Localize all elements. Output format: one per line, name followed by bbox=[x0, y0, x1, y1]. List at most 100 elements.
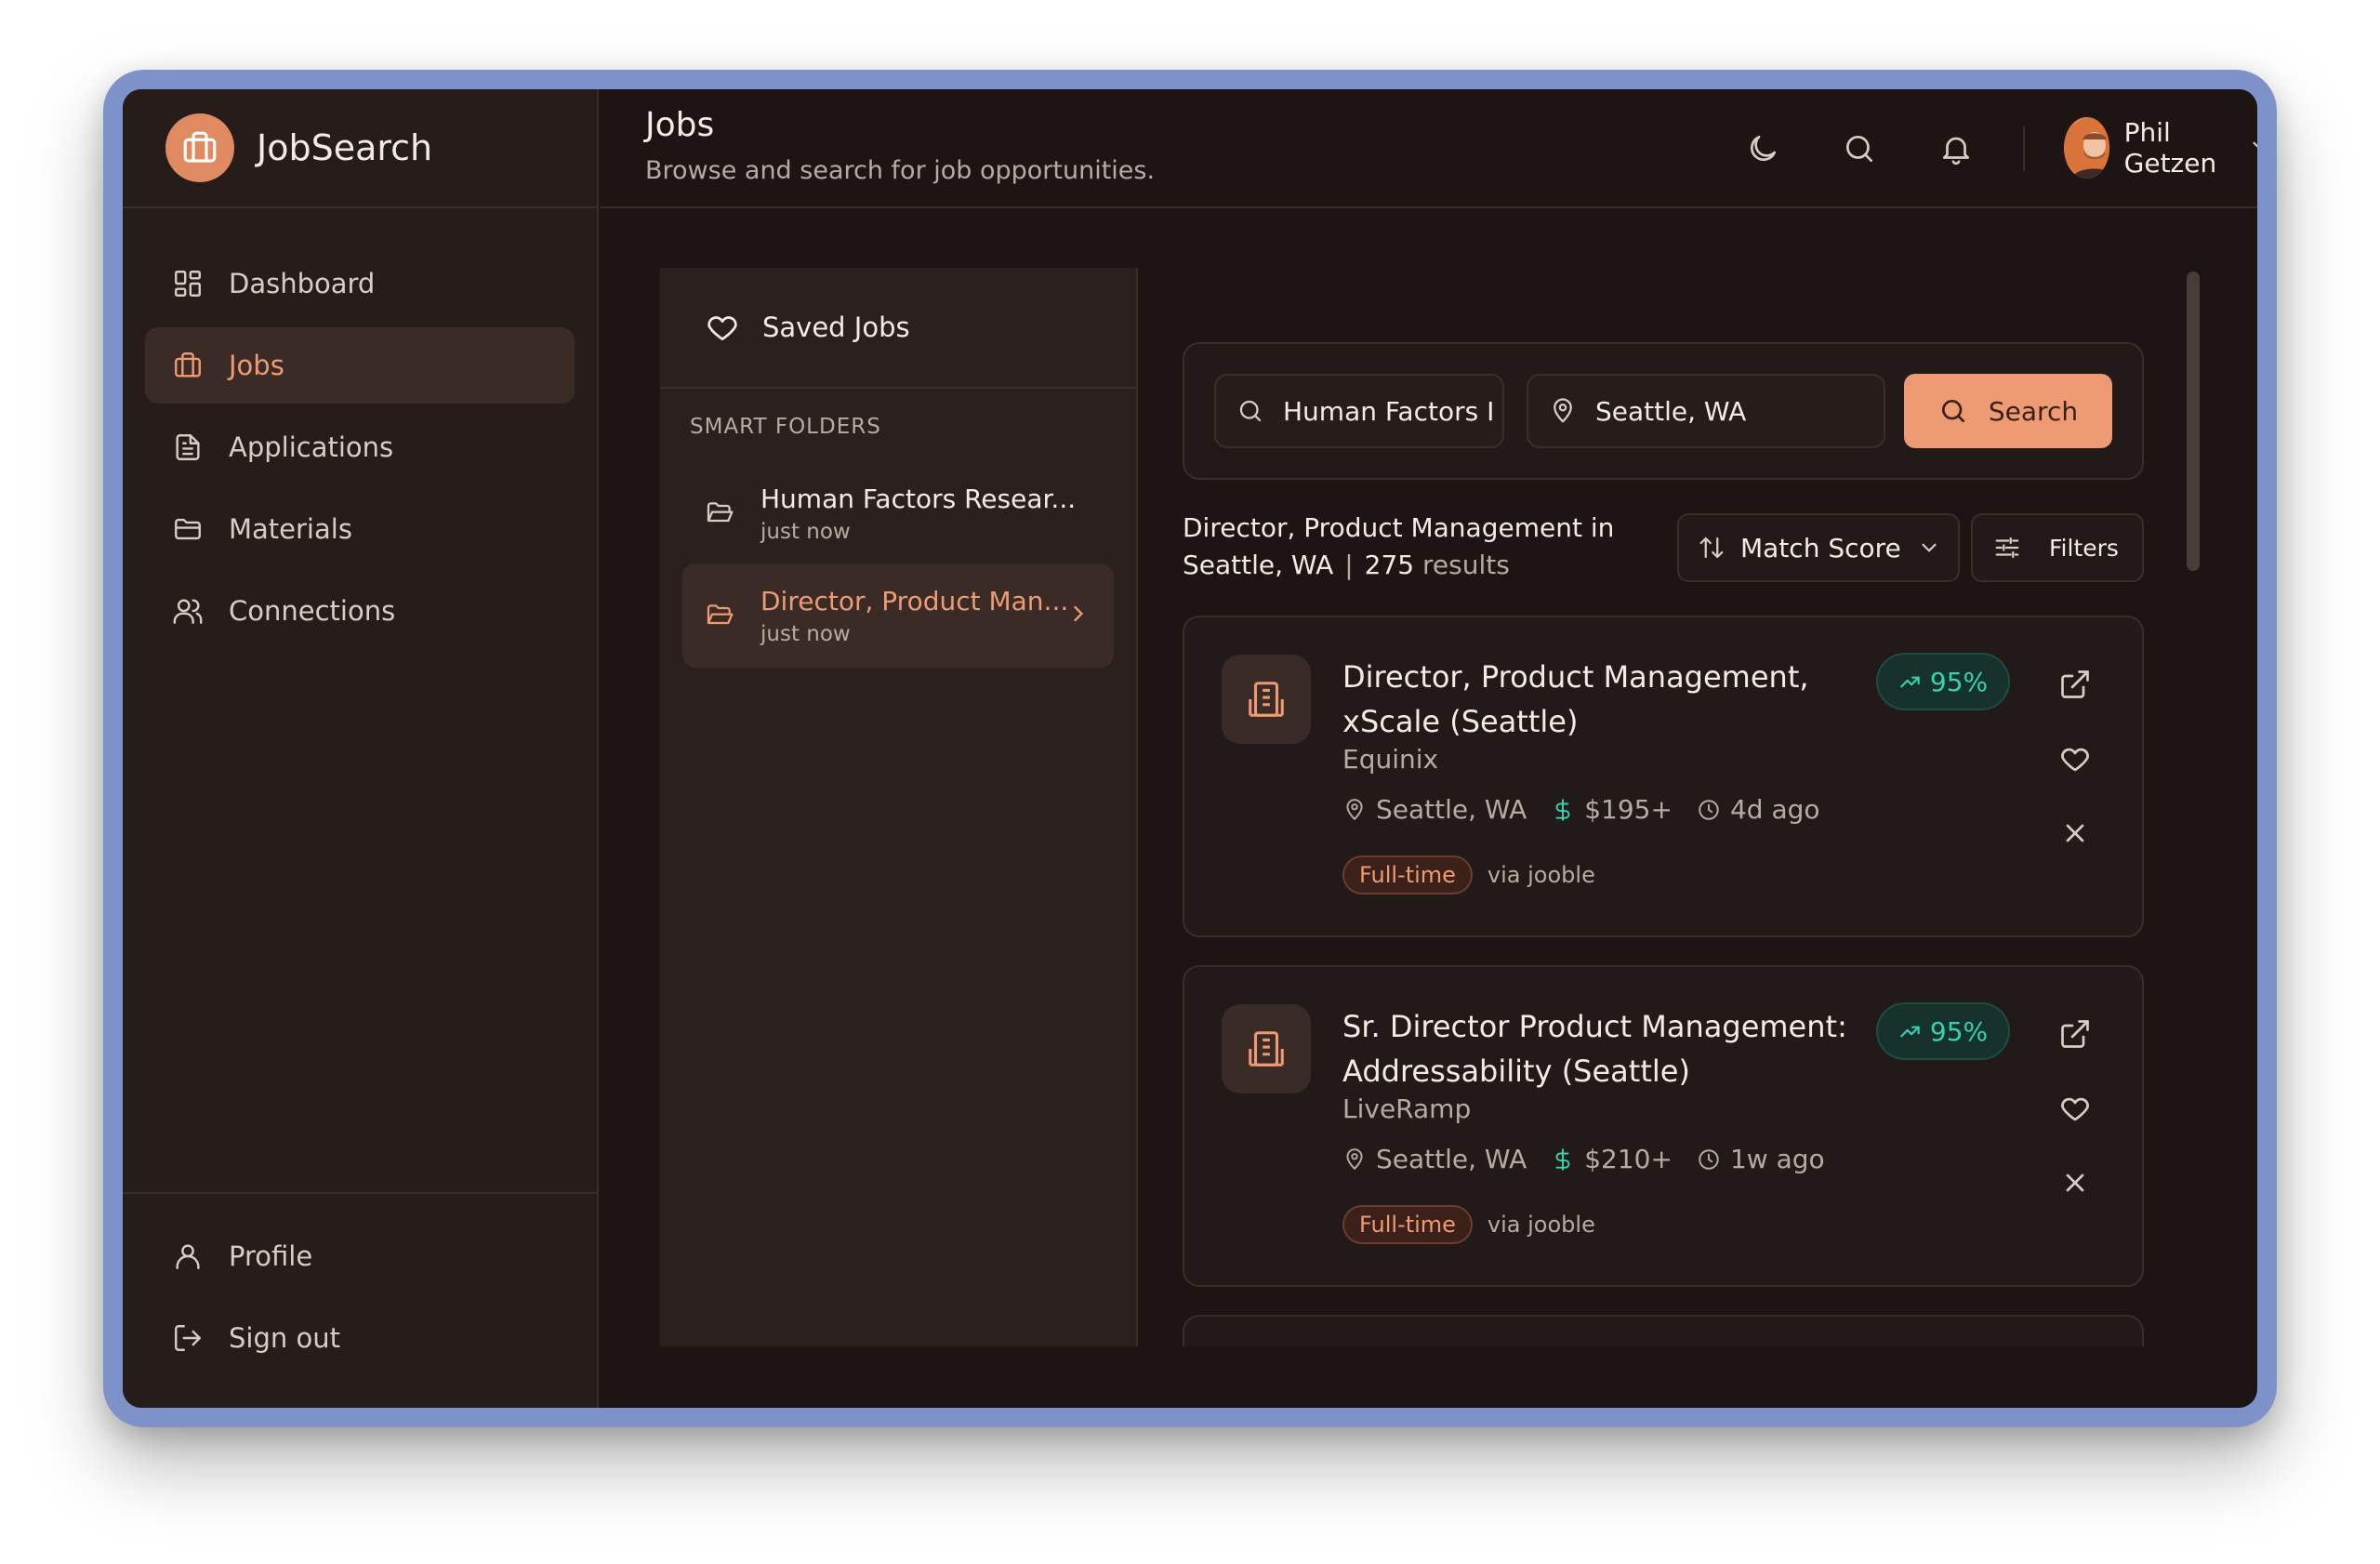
job-source: via jooble bbox=[1487, 862, 1595, 888]
job-tags: Full-time via jooble bbox=[1342, 855, 1595, 895]
match-score-badge: 95% bbox=[1876, 1002, 2010, 1060]
smart-folder-item[interactable]: Human Factors Resear... just now bbox=[682, 461, 1114, 565]
sidebar-item-profile[interactable]: Profile bbox=[145, 1218, 575, 1294]
sidebar-item-label: Connections bbox=[229, 595, 396, 627]
trending-up-icon bbox=[1898, 1019, 1923, 1043]
scrollbar-thumb[interactable] bbox=[2187, 272, 2200, 571]
smart-folders-heading: SMART FOLDERS bbox=[690, 415, 881, 439]
job-salary: $195+ bbox=[1584, 794, 1673, 825]
job-title[interactable]: Sr. Director Product Management: Address… bbox=[1342, 1004, 1863, 1093]
page-title: Jobs bbox=[645, 106, 715, 144]
saved-jobs-link[interactable]: Saved Jobs bbox=[660, 268, 1136, 389]
folders-panel: Saved Jobs SMART FOLDERS Human Factors R… bbox=[660, 268, 1138, 1346]
users-icon bbox=[169, 592, 206, 630]
avatar bbox=[2064, 117, 2109, 179]
results-query: Director, Product Management in bbox=[1183, 512, 1615, 543]
smart-folder-item-active[interactable]: Director, Product Man... just now bbox=[682, 563, 1114, 668]
job-card[interactable]: Sr. Director Product Management: Address… bbox=[1183, 965, 2144, 1287]
heart-icon[interactable] bbox=[2053, 1086, 2097, 1131]
dollar-icon bbox=[1551, 1147, 1575, 1172]
folder-title: Director, Product Man... bbox=[760, 585, 1069, 616]
search-icon bbox=[1236, 397, 1264, 425]
sidebar-item-applications[interactable]: Applications bbox=[145, 409, 575, 485]
search-button[interactable]: Search bbox=[1904, 374, 2112, 448]
app-window: JobSearch Dashboard Jobs Applications Ma… bbox=[123, 89, 2257, 1408]
sidebar-item-sign-out[interactable]: Sign out bbox=[145, 1300, 575, 1376]
sidebar-item-label: Applications bbox=[229, 431, 394, 463]
search-icon[interactable] bbox=[1837, 126, 1882, 171]
results-count: 275 bbox=[1364, 550, 1415, 580]
search-icon bbox=[1938, 396, 1968, 426]
sidebar-item-label: Sign out bbox=[229, 1322, 340, 1354]
user-menu[interactable]: Phil Getzen bbox=[2064, 117, 2257, 179]
keyword-input[interactable]: Human Factors I bbox=[1214, 374, 1504, 448]
sort-dropdown[interactable]: Match Score bbox=[1677, 513, 1960, 582]
sidebar-bottom: Profile Sign out bbox=[123, 1192, 597, 1408]
results-count-label: results bbox=[1422, 550, 1510, 580]
map-pin-icon bbox=[1342, 798, 1367, 822]
close-icon[interactable] bbox=[2053, 1160, 2097, 1205]
user-icon bbox=[169, 1238, 206, 1275]
sort-label: Match Score bbox=[1740, 532, 1901, 563]
filters-label: Filters bbox=[2049, 534, 2119, 562]
brand[interactable]: JobSearch bbox=[123, 89, 597, 208]
job-company: LiveRamp bbox=[1342, 1093, 1472, 1124]
job-location: Seattle, WA bbox=[1376, 1144, 1527, 1174]
sidebar-nav: Dashboard Jobs Applications Materials Co… bbox=[123, 208, 597, 649]
match-score: 95% bbox=[1929, 1015, 1989, 1047]
building-icon bbox=[1222, 1004, 1311, 1093]
job-type-badge: Full-time bbox=[1342, 1205, 1473, 1244]
external-link-icon[interactable] bbox=[2053, 1012, 2097, 1056]
job-location: Seattle, WA bbox=[1376, 794, 1527, 825]
folder-icon bbox=[169, 510, 206, 548]
list-clip bbox=[1183, 1346, 2149, 1408]
building-icon bbox=[1222, 655, 1311, 744]
external-link-icon[interactable] bbox=[2053, 662, 2097, 707]
close-icon[interactable] bbox=[2053, 811, 2097, 855]
top-header: Jobs Browse and search for job opportuni… bbox=[601, 89, 2257, 208]
job-posted: 1w ago bbox=[1729, 1144, 1825, 1174]
page-subtitle: Browse and search for job opportunities. bbox=[645, 156, 1156, 185]
chevron-down-icon bbox=[1917, 536, 1941, 560]
results-location: Seattle, WA bbox=[1183, 550, 1334, 580]
heart-icon[interactable] bbox=[2053, 736, 2097, 781]
search-button-label: Search bbox=[1988, 395, 2079, 427]
app-name: JobSearch bbox=[257, 127, 433, 168]
job-card[interactable]: Director, Product Management, xScale (Se… bbox=[1183, 616, 2144, 937]
document-icon bbox=[169, 429, 206, 466]
user-name: Phil Getzen bbox=[2123, 117, 2217, 179]
sidebar-item-jobs[interactable]: Jobs bbox=[145, 327, 575, 404]
map-pin-icon bbox=[1549, 397, 1577, 425]
job-title[interactable]: Director, Product Management, xScale (Se… bbox=[1342, 655, 1863, 744]
folder-open-icon bbox=[705, 601, 742, 630]
moon-icon[interactable] bbox=[1740, 126, 1785, 171]
sidebar-item-label: Profile bbox=[229, 1240, 313, 1272]
sidebar-item-materials[interactable]: Materials bbox=[145, 491, 575, 567]
job-salary: $210+ bbox=[1584, 1144, 1673, 1174]
map-pin-icon bbox=[1342, 1147, 1367, 1172]
filters-button[interactable]: Filters bbox=[1971, 513, 2144, 582]
job-source: via jooble bbox=[1487, 1212, 1595, 1238]
saved-jobs-label: Saved Jobs bbox=[762, 311, 910, 343]
sidebar-item-label: Jobs bbox=[229, 350, 284, 381]
folder-title: Human Factors Resear... bbox=[760, 483, 1077, 514]
search-bar: Human Factors I Seattle, WA Search bbox=[1183, 342, 2144, 480]
dashboard-icon bbox=[169, 265, 206, 302]
sidebar-item-dashboard[interactable]: Dashboard bbox=[145, 245, 575, 322]
job-tags: Full-time via jooble bbox=[1342, 1205, 1595, 1244]
sign-out-icon bbox=[169, 1319, 206, 1357]
briefcase-icon bbox=[165, 113, 234, 182]
folder-time: just now bbox=[760, 621, 851, 646]
dollar-icon bbox=[1551, 798, 1575, 822]
results-summary: Director, Product Management in Seattle,… bbox=[1183, 510, 1614, 584]
sidebar-item-label: Dashboard bbox=[229, 268, 376, 299]
job-posted: 4d ago bbox=[1729, 794, 1820, 825]
keyword-value: Human Factors I bbox=[1283, 395, 1495, 427]
sidebar-item-connections[interactable]: Connections bbox=[145, 573, 575, 649]
clock-icon bbox=[1697, 1147, 1721, 1172]
trending-up-icon bbox=[1898, 669, 1923, 694]
bell-icon[interactable] bbox=[1934, 126, 1978, 171]
location-value: Seattle, WA bbox=[1595, 395, 1747, 427]
location-input[interactable]: Seattle, WA bbox=[1527, 374, 1885, 448]
chevron-down-icon bbox=[2248, 134, 2257, 162]
